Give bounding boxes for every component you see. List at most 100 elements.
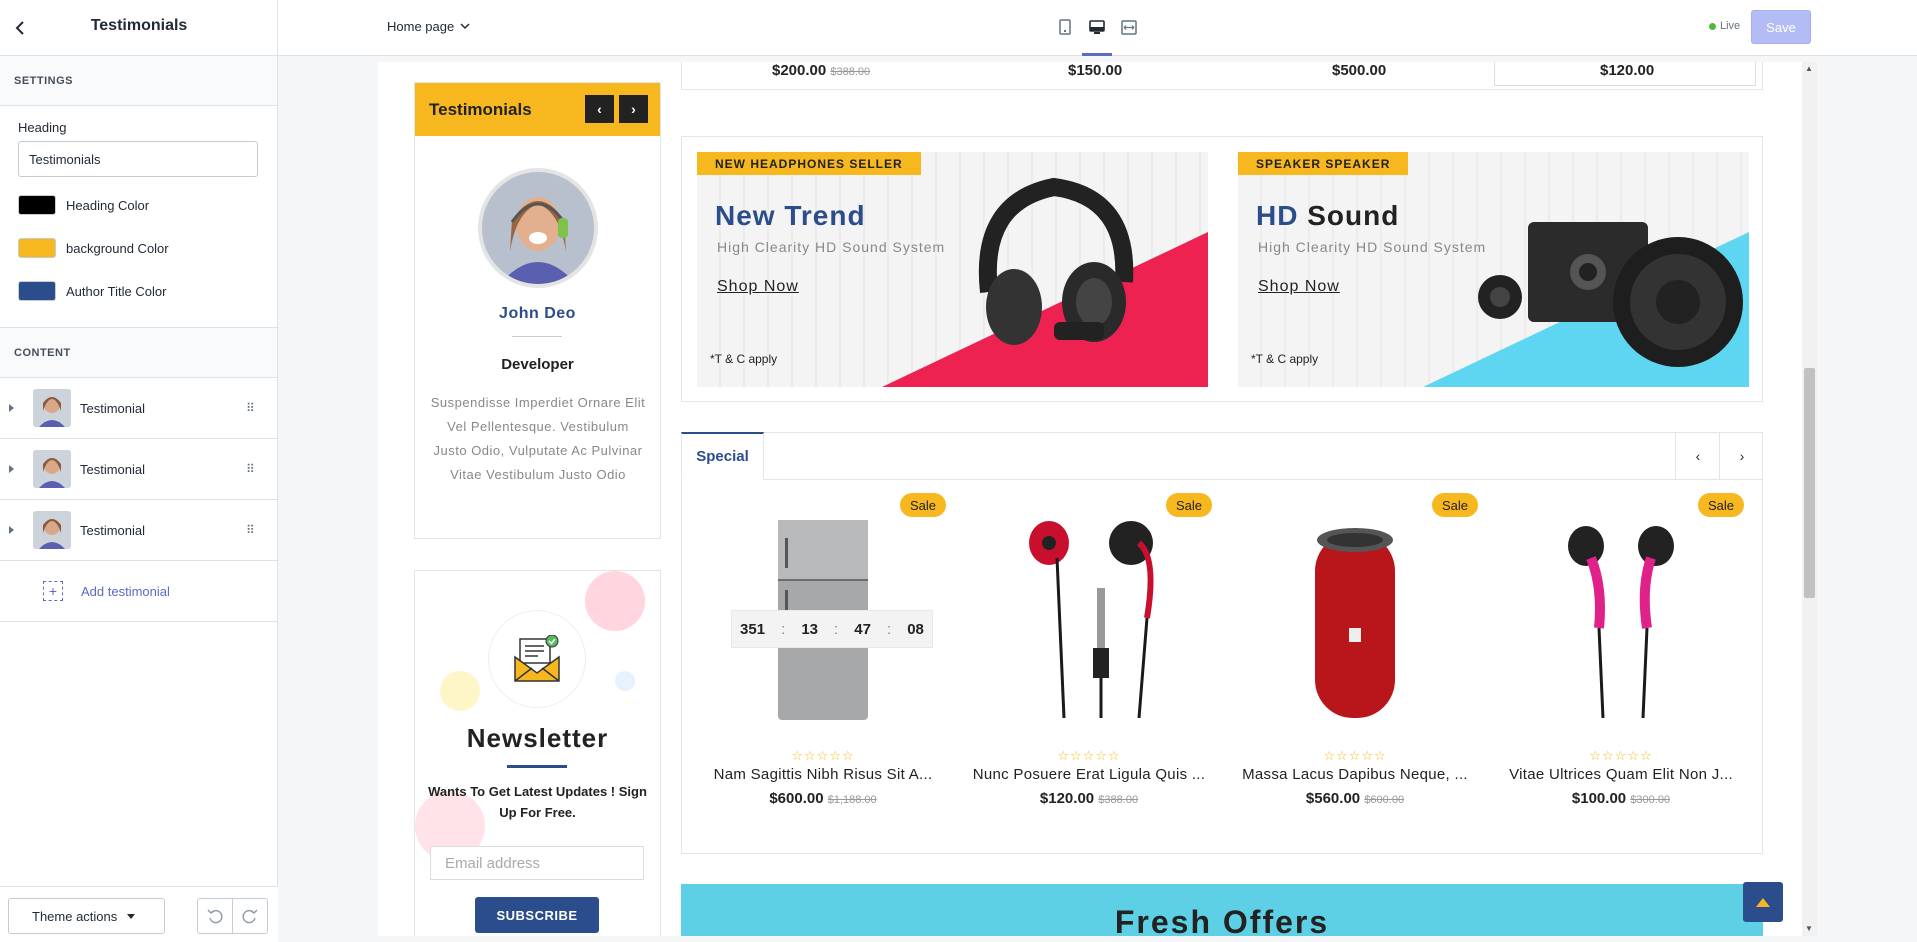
list-item[interactable]: Testimonial ⠿ [0, 500, 277, 561]
background-color-swatch[interactable] [18, 238, 56, 258]
subscribe-button[interactable]: SUBSCRIBE [475, 897, 599, 933]
add-testimonial-label: Add testimonial [81, 583, 170, 599]
rating-stars: ☆☆☆☆☆ [1589, 748, 1653, 763]
preview-scrollbar[interactable]: ▲ ▼ [1802, 62, 1817, 936]
topbar-section-header: Testimonials [0, 0, 278, 56]
scroll-down-icon[interactable]: ▼ [1805, 924, 1813, 933]
product-price: $200.00 $388.00 [772, 62, 871, 79]
product-price: $600.00 $1,188.00 [769, 790, 877, 807]
redo-icon [242, 909, 258, 924]
newsletter-divider [507, 765, 567, 768]
newsletter-title: Newsletter [466, 723, 609, 753]
heading-color-swatch[interactable] [18, 195, 56, 215]
undo-icon [207, 909, 223, 924]
live-status: Live [1709, 20, 1740, 32]
testimonials-heading-bar: Testimonials ‹ › [415, 83, 660, 136]
undo-redo-group [197, 898, 268, 934]
terms-note: *T & C apply [1251, 352, 1319, 366]
author-role: Developer [501, 356, 574, 373]
caret-right-icon[interactable] [9, 465, 14, 473]
products-next-button[interactable]: › [1719, 433, 1764, 479]
products-prev-button[interactable]: ‹ [1675, 433, 1720, 479]
product-card[interactable]: Sale ☆☆☆☆☆ Vitae Ultrices Quam Elit Non … [1488, 493, 1754, 853]
redo-button[interactable] [232, 899, 267, 933]
chevron-left-icon: ‹ [597, 101, 602, 117]
heading-color-picker[interactable]: Heading Color [18, 190, 259, 220]
decor-shape [440, 671, 480, 711]
sale-badge: Sale [1431, 493, 1478, 517]
speaker-image [1478, 222, 1743, 367]
decor-shape [585, 571, 645, 631]
sidebar-footer: Theme actions [0, 886, 278, 942]
banner-title: HD Sound [1256, 200, 1400, 231]
heading-label: Heading [18, 120, 67, 135]
undo-button[interactable] [198, 899, 232, 933]
chevron-down-icon [460, 23, 470, 30]
scroll-up-icon[interactable]: ▲ [1805, 64, 1813, 73]
arrow-up-icon [1756, 897, 1770, 907]
fullwidth-icon [1121, 19, 1137, 35]
scroll-to-top-button[interactable] [1743, 882, 1783, 922]
caret-right-icon[interactable] [9, 526, 14, 534]
background-color-label: background Color [66, 240, 169, 256]
chevron-left-icon: ‹ [1695, 448, 1701, 464]
portable-speaker-image [1315, 527, 1395, 718]
save-button[interactable]: Save [1751, 10, 1811, 44]
drag-handle-icon[interactable]: ⠿ [246, 402, 256, 414]
countdown-hours: 13 [801, 620, 818, 638]
product-name[interactable]: Massa Lacus Dapibus Neque, ... [1232, 766, 1478, 783]
promo-banners: NEW HEADPHONES SELLER New Trend High Cle… [681, 136, 1763, 402]
product-card[interactable]: Sale 351: 13: 47: 08 ☆☆☆☆☆ Nam Sagittis … [690, 493, 956, 853]
testimonial-next-button[interactable]: › [619, 95, 648, 123]
page-selector-label: Home page [387, 19, 455, 34]
scrollbar-thumb[interactable] [1804, 368, 1815, 598]
product-name[interactable]: Nam Sagittis Nibh Risus Sit A... [700, 766, 946, 783]
product-card[interactable]: Sale ☆☆☆☆☆ Nunc Posuere Erat Ligula Quis… [956, 493, 1222, 853]
drag-handle-icon[interactable]: ⠿ [246, 463, 256, 475]
testimonial-label: Testimonial [80, 400, 146, 416]
product-image [956, 515, 1222, 725]
shop-now-link[interactable]: Shop Now [1258, 278, 1340, 296]
headphones-image [978, 177, 1134, 345]
shop-now-link[interactable]: Shop Now [717, 278, 799, 296]
product-image [1222, 515, 1488, 725]
add-testimonial-button[interactable]: + Add testimonial [0, 561, 277, 622]
author-title-color-picker[interactable]: Author Title Color [18, 276, 259, 306]
product-card[interactable]: Sale ☆☆☆☆☆ Massa Lacus Dapibus Neque, ..… [1222, 493, 1488, 853]
special-tabs: Special ‹ › [681, 432, 1764, 480]
testimonial-label: Testimonial [80, 461, 146, 477]
list-item[interactable]: Testimonial ⠿ [0, 378, 277, 439]
fullwidth-view-button[interactable] [1118, 14, 1140, 40]
rating-stars: ☆☆☆☆☆ [1323, 748, 1387, 763]
desktop-icon [1089, 19, 1105, 34]
envelope-icon [514, 635, 560, 682]
product-name[interactable]: Nunc Posuere Erat Ligula Quis ... [966, 766, 1212, 783]
author-name: John Deo [499, 305, 576, 322]
heading-input[interactable]: Testimonials [18, 141, 258, 177]
drag-handle-icon[interactable]: ⠿ [246, 524, 256, 536]
headphones-banner[interactable]: NEW HEADPHONES SELLER New Trend High Cle… [697, 152, 1208, 387]
product-price: $120.00 $388.00 [1039, 790, 1139, 807]
sale-badge: Sale [1165, 493, 1212, 517]
theme-actions-label: Theme actions [32, 908, 118, 924]
caret-right-icon[interactable] [9, 404, 14, 412]
speaker-banner[interactable]: SPEAKER SPEAKER HD Sound High Clearity H… [1238, 152, 1749, 387]
tab-special[interactable]: Special [681, 432, 764, 480]
list-item[interactable]: Testimonial ⠿ [0, 439, 277, 500]
top-price-strip: $200.00 $388.00 $150.00 $500.00 $120.00 [681, 62, 1763, 90]
mobile-view-button[interactable] [1054, 14, 1076, 40]
testimonial-prev-button[interactable]: ‹ [585, 95, 614, 123]
banner-subtitle: High Clearity HD Sound System [1258, 239, 1487, 255]
product-name[interactable]: Vitae Ultrices Quam Elit Non J... [1498, 766, 1744, 783]
testimonials-heading: Testimonials [429, 99, 532, 119]
page-selector[interactable]: Home page [387, 19, 470, 34]
testimonial-thumbnail [33, 450, 71, 488]
product-price: $100.00 $300.00 [1571, 790, 1671, 807]
rating-stars: ☆☆☆☆☆ [1057, 748, 1121, 763]
testimonials-widget: Testimonials ‹ › John Deo Developer Susp… [414, 82, 661, 539]
email-field[interactable]: Email address [430, 846, 644, 880]
background-color-picker[interactable]: background Color [18, 233, 259, 263]
theme-actions-button[interactable]: Theme actions [8, 898, 165, 934]
desktop-view-button[interactable] [1082, 14, 1112, 56]
author-title-color-swatch[interactable] [18, 281, 56, 301]
